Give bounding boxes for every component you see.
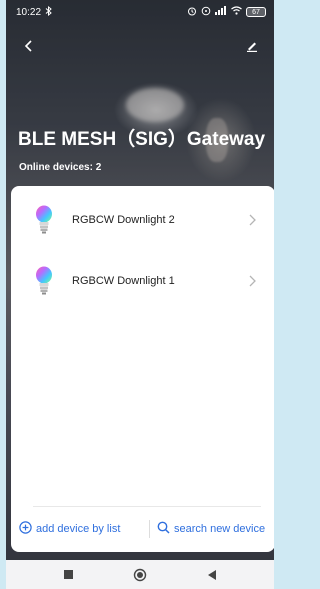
add-device-by-list-button[interactable]: add device by list: [19, 521, 120, 537]
alarm-icon: [187, 6, 197, 19]
online-devices-count: Online devices: 2: [19, 162, 102, 173]
chevron-right-icon: [247, 213, 257, 227]
search-icon: [157, 521, 170, 537]
bulb-icon: [35, 205, 53, 235]
status-time: 10:22: [16, 6, 42, 18]
home-icon[interactable]: [130, 565, 150, 585]
status-right: 67: [187, 6, 266, 19]
battery-icon: 67: [246, 7, 266, 17]
signal-icon: [215, 6, 227, 18]
footer-divider: [33, 506, 261, 507]
back-icon[interactable]: [202, 565, 222, 585]
device-name: RGBCW Downlight 1: [72, 275, 175, 287]
add-circle-icon: [19, 521, 32, 537]
recent-apps-icon[interactable]: [58, 565, 78, 585]
card-footer: add device by list search new device: [11, 516, 274, 542]
app-screen: 10:22 67 BLE MESH（SIG）Gateway Online dev…: [6, 0, 274, 589]
add-device-label: add device by list: [36, 523, 121, 535]
page-title: BLE MESH（SIG）Gateway: [18, 129, 266, 150]
bluetooth-icon: [45, 5, 52, 19]
top-app-bar: [6, 34, 274, 58]
device-row-rgbcw-downlight-2[interactable]: RGBCW Downlight 2: [11, 200, 274, 240]
search-device-label: search new device: [174, 523, 266, 535]
chevron-left-icon[interactable]: [16, 34, 40, 58]
bulb-icon: [35, 266, 53, 296]
device-row-rgbcw-downlight-1[interactable]: RGBCW Downlight 1: [11, 261, 274, 301]
device-name: RGBCW Downlight 2: [72, 214, 175, 226]
wifi-icon: [231, 6, 242, 18]
search-new-device-button[interactable]: search new device: [157, 521, 265, 537]
device-list-card: RGBCW Downlight 2 RGBCW Downlight 1 add …: [11, 186, 274, 552]
edit-icon[interactable]: [240, 34, 264, 58]
chevron-right-icon: [247, 274, 257, 288]
timer-icon: [201, 6, 211, 19]
status-left: 10:22: [16, 5, 52, 19]
system-nav-bar: [6, 560, 274, 589]
footer-separator: [149, 520, 150, 538]
status-bar: 10:22 67: [6, 0, 274, 24]
